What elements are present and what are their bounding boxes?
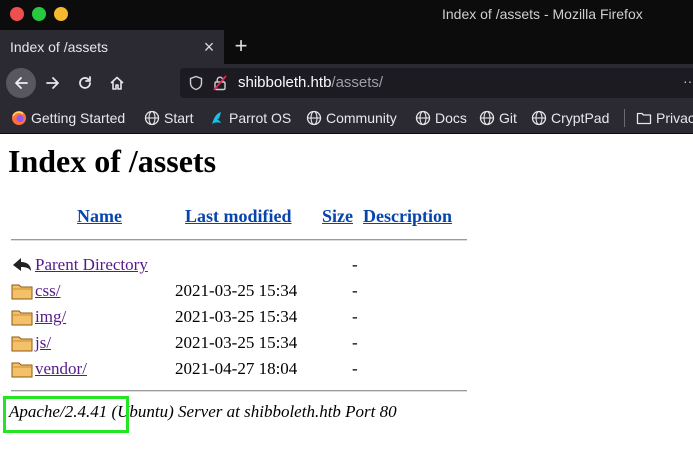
size-cell: - <box>352 333 358 352</box>
back-arrow-icon <box>15 77 28 89</box>
globe-icon <box>144 110 160 126</box>
bookmark-label: Start <box>164 110 194 126</box>
sort-by-name-link[interactable]: Name <box>77 206 122 227</box>
server-host-port: (Ubuntu) Server at shibboleth.htb Port 8… <box>107 402 397 421</box>
bookmarks-toolbar: Getting Started Start Parrot OS Communit… <box>0 102 693 134</box>
entry-link-js[interactable]: js/ <box>35 333 51 353</box>
globe-icon <box>306 110 322 126</box>
bookmarks-separator <box>624 109 625 127</box>
version-highlight-box <box>3 396 129 433</box>
sort-by-last-modified-link[interactable]: Last modified <box>185 206 292 227</box>
bookmark-label: Getting Started <box>31 110 126 126</box>
folder-icon <box>11 310 33 326</box>
table-row: css/ 2021-03-25 15:34 - <box>0 279 693 303</box>
bookmark-label: Parrot OS <box>229 110 292 126</box>
navigation-toolbar: shibboleth.htb/assets/ ·· <box>0 64 693 102</box>
minimize-window-button[interactable] <box>54 7 68 21</box>
window-titlebar: Index of /assets - Mozilla Firefox <box>0 0 693 30</box>
reload-button[interactable] <box>70 68 100 98</box>
forward-button[interactable] <box>38 68 68 98</box>
globe-icon <box>531 110 547 126</box>
tab-title: Index of /assets <box>10 39 109 55</box>
table-row: vendor/ 2021-04-27 18:04 - <box>0 357 693 381</box>
folder-icon <box>11 284 33 300</box>
home-icon <box>110 76 124 90</box>
bookmark-label: Docs <box>435 110 467 126</box>
tracking-protection-shield-icon[interactable] <box>188 75 204 91</box>
folder-icon <box>11 336 33 352</box>
sort-by-description-link[interactable]: Description <box>363 206 452 227</box>
modified-cell: 2021-04-27 18:04 <box>175 359 298 378</box>
reload-icon <box>79 76 91 89</box>
back-arrow-icon <box>13 258 31 271</box>
bookmark-start[interactable]: Start <box>144 108 194 128</box>
home-button[interactable] <box>102 68 132 98</box>
maximize-window-button[interactable] <box>32 7 46 21</box>
footer-divider <box>11 390 467 392</box>
bookmark-cryptpad[interactable]: CryptPad <box>531 108 609 128</box>
globe-icon <box>479 110 495 126</box>
bookmark-community[interactable]: Community <box>306 108 397 128</box>
tab-close-button[interactable]: × <box>199 36 219 58</box>
page-heading: Index of /assets <box>8 143 217 179</box>
bookmark-folder-privacy[interactable]: Privac <box>636 108 693 128</box>
entry-link-css[interactable]: css/ <box>35 281 61 301</box>
table-row-parent: Parent Directory - <box>0 253 693 277</box>
back-button[interactable] <box>6 68 36 98</box>
size-cell: - <box>352 255 358 274</box>
tab-index-of-assets[interactable]: Index of /assets × <box>0 30 224 64</box>
url-text[interactable]: shibboleth.htb/assets/ <box>238 74 383 91</box>
size-cell: - <box>352 281 358 300</box>
globe-icon <box>415 110 431 126</box>
forward-arrow-icon <box>46 77 59 89</box>
modified-cell: 2021-03-25 15:34 <box>175 281 298 300</box>
modified-cell: 2021-03-25 15:34 <box>175 307 298 326</box>
bookmark-label: CryptPad <box>551 110 610 126</box>
folder-icon <box>636 112 652 125</box>
page-actions-overflow-icon[interactable]: ·· <box>683 73 692 89</box>
header-divider <box>11 239 467 241</box>
size-cell: - <box>352 307 358 326</box>
size-cell: - <box>352 359 358 378</box>
close-window-button[interactable] <box>10 7 24 21</box>
table-row: img/ 2021-03-25 15:34 - <box>0 305 693 329</box>
bookmark-docs[interactable]: Docs <box>415 108 467 128</box>
parent-directory-link[interactable]: Parent Directory <box>35 255 148 275</box>
window-title: Index of /assets - Mozilla Firefox <box>442 6 643 22</box>
bookmark-getting-started[interactable]: Getting Started <box>11 108 125 128</box>
insecure-lock-icon[interactable] <box>212 75 228 91</box>
url-bar[interactable]: shibboleth.htb/assets/ ·· <box>180 68 693 98</box>
table-row: js/ 2021-03-25 15:34 - <box>0 331 693 355</box>
bookmark-parrot-os[interactable]: Parrot OS <box>209 108 291 128</box>
parrot-icon <box>212 112 221 124</box>
entry-link-vendor[interactable]: vendor/ <box>35 359 87 379</box>
bookmark-git[interactable]: Git <box>479 108 517 128</box>
bookmark-label: Privac <box>656 110 693 126</box>
bookmark-label: Community <box>326 110 397 126</box>
folder-icon <box>11 362 33 378</box>
url-host: shibboleth.htb <box>238 74 332 91</box>
bookmark-label: Git <box>499 110 517 126</box>
url-path: /assets/ <box>331 74 384 91</box>
new-tab-button[interactable]: + <box>230 33 252 59</box>
page-content: Index of /assets Name Last modified Size… <box>0 134 693 454</box>
tab-strip: Index of /assets × + <box>0 30 693 64</box>
modified-cell: 2021-03-25 15:34 <box>175 333 298 352</box>
sort-by-size-link[interactable]: Size <box>322 206 353 227</box>
entry-link-img[interactable]: img/ <box>35 307 66 327</box>
firefox-icon <box>12 111 26 125</box>
